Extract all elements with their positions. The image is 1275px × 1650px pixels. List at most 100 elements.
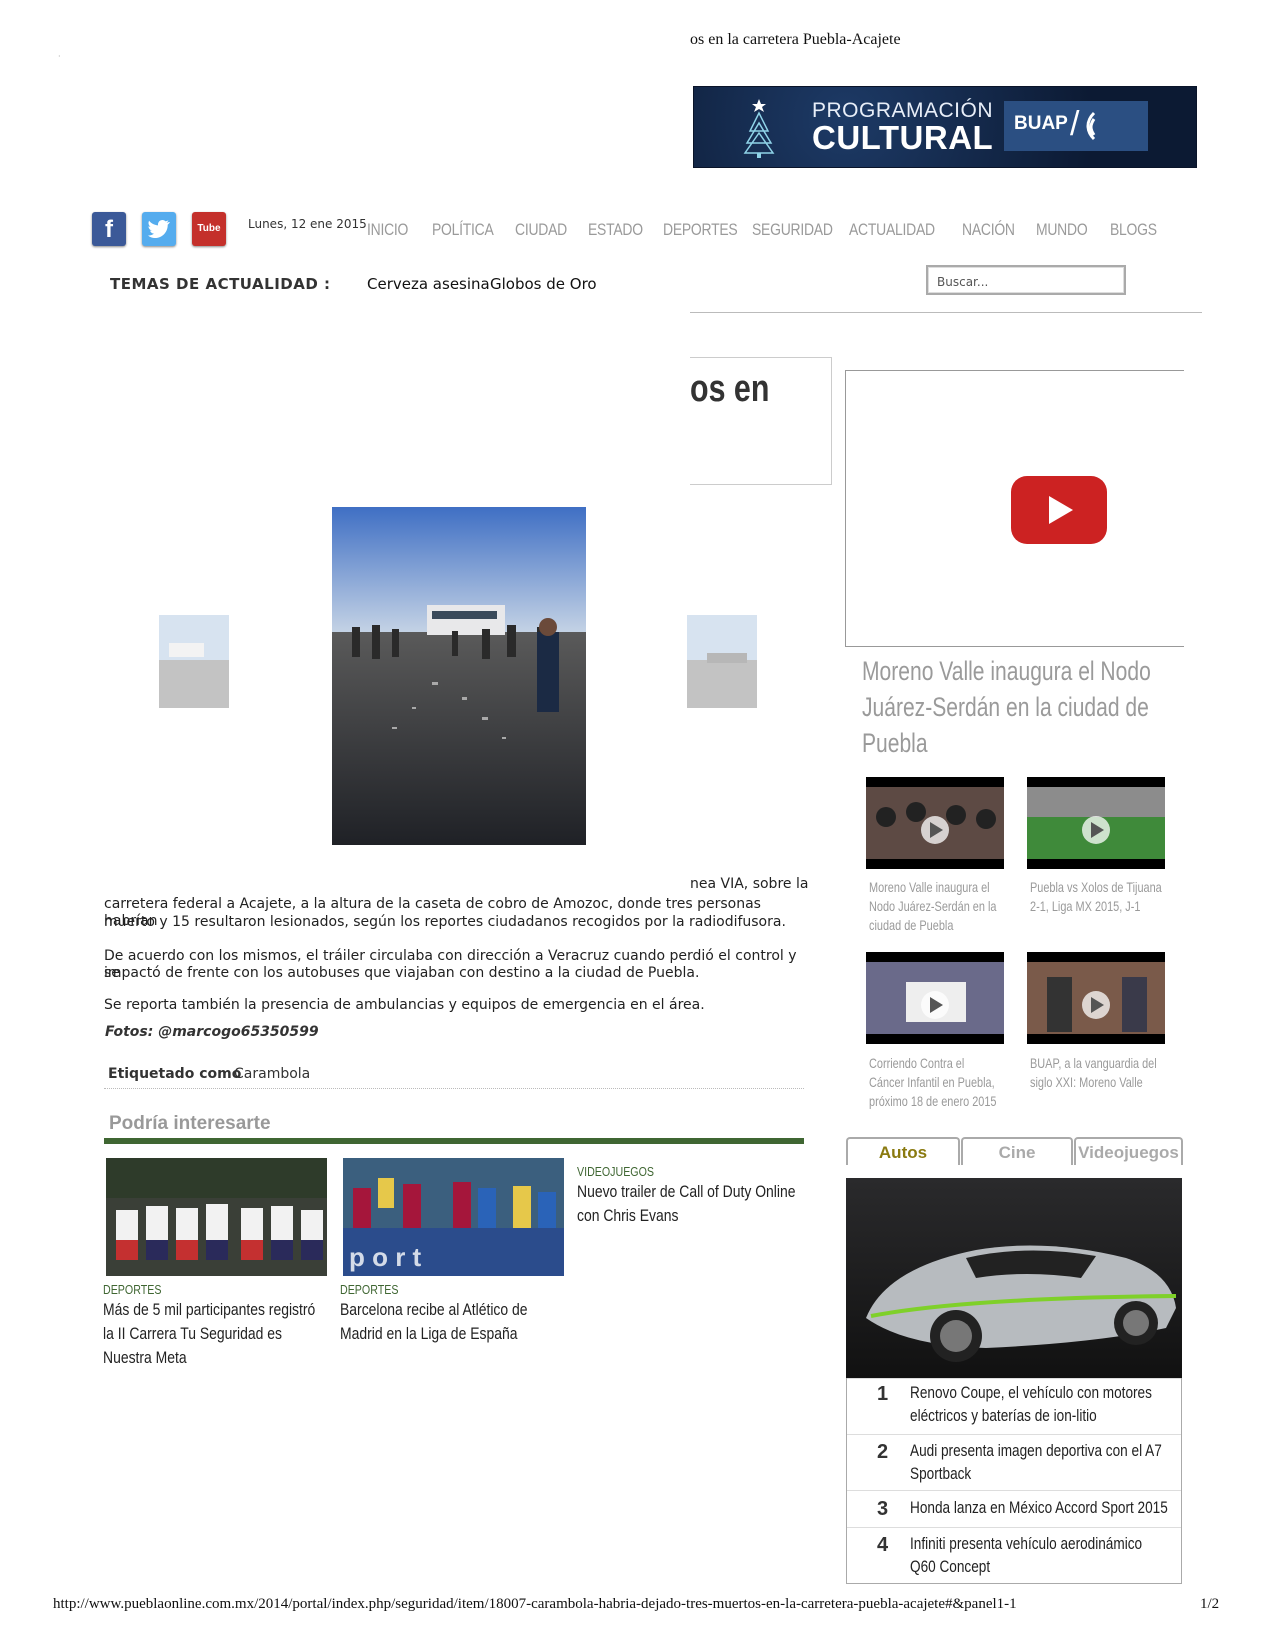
video-thumb-image xyxy=(866,787,1004,859)
silver-sports-car-image xyxy=(846,1178,1182,1378)
video-title-line[interactable]: Puebla xyxy=(862,725,1174,761)
print-page-number: 1/2 xyxy=(1200,1596,1220,1612)
video-caption-line[interactable]: Puebla vs Xolos de Tijuana xyxy=(1030,878,1170,897)
video-player[interactable] xyxy=(845,370,1184,647)
related-image[interactable] xyxy=(106,1158,327,1276)
accident-scene-image xyxy=(332,507,586,845)
gallery-prev-thumb[interactable] xyxy=(159,615,229,708)
photo-credit: Fotos: @marcogo65350599 xyxy=(105,1024,319,1040)
nav-deportes[interactable]: DEPORTES xyxy=(663,220,738,240)
video-thumbnail[interactable] xyxy=(1027,952,1165,1044)
cultural-complex-icon xyxy=(1086,111,1096,141)
trending-topic-link[interactable]: Globos de Oro xyxy=(490,275,597,293)
trending-topic-link[interactable]: Cerveza asesina xyxy=(367,275,490,293)
ranking-item[interactable]: 4 Infiniti presenta vehículo aerodinámic… xyxy=(847,1527,1181,1583)
related-title-line[interactable]: con Chris Evans xyxy=(577,1204,679,1228)
related-heading: Podría interesarte xyxy=(109,1113,271,1134)
video-thumbnail[interactable] xyxy=(866,952,1004,1044)
article-paragraph: Se reporta también la presencia de ambul… xyxy=(104,997,705,1013)
video-title-line[interactable]: Moreno Valle inaugura el Nodo xyxy=(862,653,1174,689)
ranking-title-line[interactable]: Q60 Concept xyxy=(910,1555,1174,1578)
related-title-line[interactable]: Nuevo trailer de Call of Duty Online xyxy=(577,1180,796,1204)
video-caption-line[interactable]: próximo 18 de enero 2015 xyxy=(869,1092,1009,1111)
video-thumb-image xyxy=(1027,787,1165,859)
ranking-title-line[interactable]: Audi presenta imagen deportiva con el A7 xyxy=(910,1439,1174,1462)
search-input[interactable]: Buscar... xyxy=(926,265,1126,295)
video-thumb-image xyxy=(866,962,1004,1034)
race-runners-image xyxy=(106,1158,327,1276)
buap-logo-text: BUAP xyxy=(1014,113,1068,134)
buap-logo: BUAP / xyxy=(1004,101,1148,151)
video-caption-line[interactable]: Cáncer Infantil en Puebla, xyxy=(869,1073,1009,1092)
nav-nacion[interactable]: NACIÓN xyxy=(962,220,1015,240)
related-image[interactable]: p o r t xyxy=(343,1158,564,1276)
video-caption-line[interactable]: 2-1, Liga MX 2015, J-1 xyxy=(1030,897,1170,916)
related-category[interactable]: VIDEOJUEGOS xyxy=(577,1164,654,1179)
ranking-title-line[interactable]: Infiniti presenta vehículo aerodinámico xyxy=(910,1532,1174,1555)
nav-blogs[interactable]: BLOGS xyxy=(1110,220,1157,240)
current-date: Lunes, 12 ene 2015 xyxy=(248,217,367,231)
nav-ciudad[interactable]: CIUDAD xyxy=(515,220,567,240)
twitter-icon[interactable] xyxy=(142,212,176,246)
facebook-icon[interactable]: f xyxy=(92,212,126,246)
gallery-thumb-image xyxy=(687,615,757,708)
video-caption-line[interactable]: siglo XXI: Moreno Valle xyxy=(1030,1073,1170,1092)
featured-car-image[interactable] xyxy=(846,1178,1182,1378)
nav-estado[interactable]: ESTADO xyxy=(588,220,643,240)
trending-topics-label: TEMAS DE ACTUALIDAD : xyxy=(110,275,331,293)
youtube-icon[interactable]: Tube xyxy=(192,212,226,246)
banner-line-2: CULTURAL xyxy=(812,119,994,156)
cultural-banner[interactable]: PROGRAMACIÓN CULTURAL BUAP / xyxy=(693,86,1197,168)
ranking-title-line[interactable]: Honda lanza en México Accord Sport 2015 xyxy=(910,1496,1174,1519)
tab-videojuegos[interactable]: Videojuegos xyxy=(1074,1137,1183,1165)
ranking-number: 3 xyxy=(877,1498,889,1520)
video-thumb-image xyxy=(1027,962,1165,1034)
ranking-item[interactable]: 1 Renovo Coupe, el vehículo con motores … xyxy=(847,1378,1181,1434)
article-paragraph-fragment: nea VIA, sobre la xyxy=(690,876,809,892)
video-caption-line[interactable]: ciudad de Puebla xyxy=(869,916,1009,935)
related-category[interactable]: DEPORTES xyxy=(340,1282,398,1297)
tab-cine[interactable]: Cine xyxy=(961,1137,1073,1165)
accident-photo[interactable] xyxy=(332,507,586,845)
nav-seguridad[interactable]: SEGURIDAD xyxy=(752,220,833,240)
video-caption-line[interactable]: Corriendo Contra el xyxy=(869,1054,1009,1073)
tab-autos[interactable]: Autos xyxy=(846,1137,960,1165)
related-title-line[interactable]: Nuestra Meta xyxy=(103,1346,187,1370)
twitter-bird-icon xyxy=(148,220,170,238)
video-caption-line[interactable]: Moreno Valle inaugura el xyxy=(869,878,1009,897)
ranking-item[interactable]: 3 Honda lanza en México Accord Sport 201… xyxy=(847,1490,1181,1527)
related-title-line[interactable]: Madrid en la Liga de España xyxy=(340,1322,517,1346)
ranking-title-line[interactable]: eléctricos y baterías de ion-litio xyxy=(910,1404,1174,1427)
video-caption-line[interactable]: Nodo Juárez-Serdán en la xyxy=(869,897,1009,916)
print-page-title: os en la carretera Puebla-Acajete xyxy=(690,31,901,48)
video-thumbnail[interactable] xyxy=(866,777,1004,869)
video-title-line[interactable]: Juárez-Serdán en la ciudad de xyxy=(862,689,1174,725)
ranking-number: 1 xyxy=(877,1383,889,1405)
nav-politica[interactable]: POLÍTICA xyxy=(432,220,494,240)
youtube-play-icon[interactable] xyxy=(1011,476,1107,544)
gallery-next-thumb[interactable] xyxy=(687,615,757,708)
svg-text:p o r t: p o r t xyxy=(349,1242,422,1272)
ranking-title-line[interactable]: Renovo Coupe, el vehículo con motores xyxy=(910,1381,1174,1404)
ranking-number: 2 xyxy=(877,1441,889,1463)
related-heading-bar xyxy=(104,1138,804,1144)
tag-link[interactable]: Carambola xyxy=(234,1066,310,1082)
article-paragraph-line: impactó de frente con los autobuses que … xyxy=(104,965,700,981)
article-paragraph-line: muerto y 15 resultaron lesionados, según… xyxy=(104,914,786,930)
tags-divider xyxy=(104,1088,804,1089)
related-category[interactable]: DEPORTES xyxy=(103,1282,161,1297)
nav-inicio[interactable]: INICIO xyxy=(367,220,408,240)
soccer-match-image: p o r t xyxy=(343,1158,564,1276)
stray-mark: · xyxy=(58,52,61,61)
nav-actualidad[interactable]: ACTUALIDAD xyxy=(849,220,935,240)
related-title-line[interactable]: Barcelona recibe al Atlético de xyxy=(340,1298,528,1322)
header-divider xyxy=(690,312,1202,313)
gallery-thumb-image xyxy=(159,615,229,708)
video-thumbnail[interactable] xyxy=(1027,777,1165,869)
video-caption-line[interactable]: BUAP, a la vanguardia del xyxy=(1030,1054,1170,1073)
nav-mundo[interactable]: MUNDO xyxy=(1036,220,1088,240)
related-title-line[interactable]: Más de 5 mil participantes registró xyxy=(103,1298,315,1322)
related-title-line[interactable]: la II Carrera Tu Seguridad es xyxy=(103,1322,282,1346)
ranking-title-line[interactable]: Sportback xyxy=(910,1462,1174,1485)
ranking-item[interactable]: 2 Audi presenta imagen deportiva con el … xyxy=(847,1434,1181,1490)
